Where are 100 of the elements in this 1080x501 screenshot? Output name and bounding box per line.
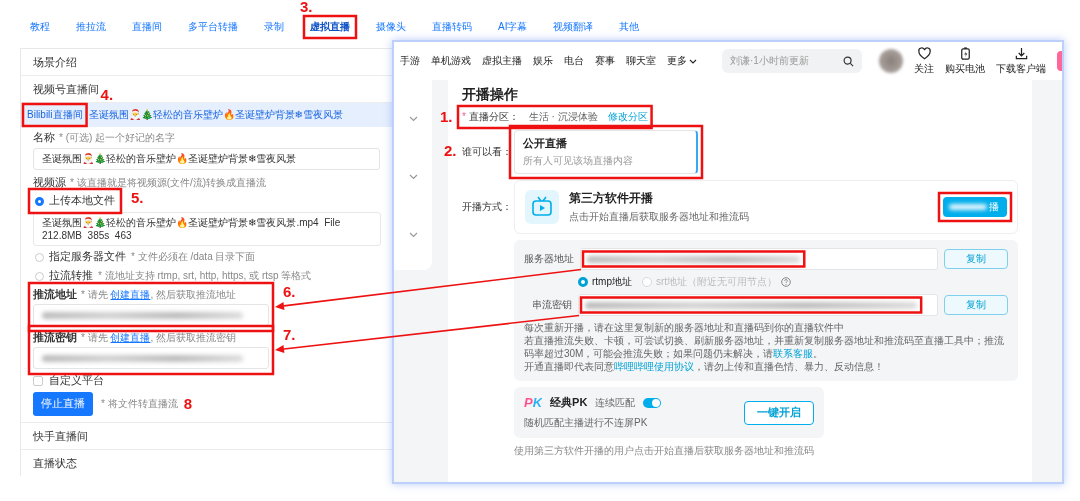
method-card[interactable]: 第三方软件开播 点击开始直播后获取服务器地址和推流码 播 <box>514 180 1018 234</box>
nav-tab[interactable]: 录制 <box>262 20 286 34</box>
nav-tab[interactable]: 虚拟直播 <box>308 20 352 34</box>
field-hint: * 该直播就是将视频源(文件/流)转换成直播流 <box>70 176 267 190</box>
radio-button[interactable] <box>35 252 44 262</box>
note-link[interactable]: 哔哩哔哩使用协议 <box>614 361 694 372</box>
nav-link[interactable]: 虚拟主播 <box>482 54 522 68</box>
option-label: 指定服务器文件 <box>49 250 126 264</box>
tv-icon <box>525 190 559 224</box>
chevron-down-icon <box>408 116 418 122</box>
chevron-down-icon <box>689 58 697 64</box>
field-label: 推流密钥 <box>33 331 77 345</box>
annotation-number: 5. <box>131 190 144 205</box>
method-description: 点击开始直播后获取服务器地址和推流码 <box>569 209 750 224</box>
download-icon <box>1013 46 1029 61</box>
chevron-down-icon <box>408 232 418 238</box>
radio-button[interactable] <box>35 271 44 281</box>
room-title: 圣诞氛围🎅🎄轻松的音乐壁炉🔥圣诞壁炉背景❄雪夜风景 <box>88 108 343 122</box>
room-row[interactable]: Bilibili直播间 圣诞氛围🎅🎄轻松的音乐壁炉🔥圣诞壁炉背景❄雪夜风景 <box>21 103 392 127</box>
annotation-number: 7. <box>283 327 296 342</box>
panel-title: 开播操作 <box>462 86 519 104</box>
help-icon[interactable] <box>781 277 792 287</box>
radio-button[interactable] <box>35 196 44 206</box>
nav-tab[interactable]: 摄像头 <box>374 20 408 34</box>
heart-icon <box>916 46 932 61</box>
nav-link[interactable]: 手游 <box>400 54 420 68</box>
annotation-number: 8 <box>183 396 192 411</box>
field-hint: * (可选) 起一个好记的名字 <box>59 131 176 145</box>
note-text: 开通直播即代表同意哔哩哔哩使用协议，请勿上传和直播色情、暴力、反动信息！ <box>524 360 885 373</box>
field-label: 服务器地址 <box>524 252 574 266</box>
field-label: 推流地址 <box>33 288 77 302</box>
nav-tab[interactable]: 多平台转播 <box>186 20 240 34</box>
avatar[interactable] <box>879 49 903 73</box>
field-label: 谁可以看： <box>462 145 513 159</box>
pk-logo: PK <box>524 395 543 410</box>
nav-tab[interactable]: 直播间 <box>130 20 164 34</box>
nav-tab[interactable]: 教程 <box>28 20 52 34</box>
nav-tab[interactable]: 推拉流 <box>74 20 108 34</box>
required-mark: * <box>462 111 466 122</box>
stop-live-button[interactable]: 停止直播 <box>33 392 93 416</box>
annotation-number: 3. <box>300 0 313 14</box>
annotation-number: 6. <box>283 284 296 299</box>
annotation-number: 1. <box>440 109 453 124</box>
nav-link[interactable]: 更多 <box>667 54 697 68</box>
field-label: 串流密钥 <box>531 298 572 312</box>
checkbox-label: 自定义平台 <box>49 374 104 388</box>
section-header[interactable]: 快手直播间 <box>21 422 392 449</box>
radio-button[interactable] <box>578 277 588 287</box>
option-hint: * 文件必须在 /data 目录下面 <box>131 250 256 264</box>
change-category-link[interactable]: 修改分区 <box>607 110 648 124</box>
search-field[interactable]: 刘谦·1小时前更新 <box>722 49 862 73</box>
field-label: 开播方式： <box>462 200 513 214</box>
field-hint: * 请先 创建直播, 然后获取推流密钥 <box>81 331 236 345</box>
note-text: 每次重新开播，请在这里复制新的服务器地址和直播码到你的直播软件中 <box>524 321 845 334</box>
nav-link[interactable]: 电台 <box>564 54 584 68</box>
start-live-button[interactable]: 播 <box>943 197 1007 217</box>
option-label: 上传本地文件 <box>49 194 115 208</box>
section-header[interactable]: 直播状态 <box>21 449 392 476</box>
method-name: 第三方软件开播 <box>569 190 654 206</box>
pk-description: 随机匹配主播进行不连屏PK <box>524 416 649 430</box>
note-text: 若直播推流失败、卡顿，可尝试切换、刷新服务器地址，并重新复制服务器地址和推流码至直播工具中；推流码率超过30M，可能会推流失败；如果问题仍未解决，请联系客服。 <box>524 334 1005 360</box>
annotation-number: 2. <box>444 143 457 158</box>
name-field[interactable]: 圣诞氛围🎅🎄轻松的音乐壁炉🔥圣诞壁炉背景❄雪夜风景 <box>33 148 380 170</box>
copy-button[interactable]: 复制 <box>944 295 1008 315</box>
nav-tab[interactable]: AI字幕 <box>496 20 530 34</box>
copy-button[interactable]: 复制 <box>944 249 1008 269</box>
nav-link[interactable]: 娱乐 <box>533 54 553 68</box>
radio-label: rtmp地址 <box>592 275 632 289</box>
option-label: 拉流转推 <box>49 269 93 283</box>
button-note: * 将文件转直播流 <box>101 397 178 411</box>
field-label: 视频源 <box>33 176 66 190</box>
one-click-start-button[interactable]: 一键开启 <box>744 400 814 425</box>
toggle-label: 连续匹配 <box>595 395 636 410</box>
chevron-down-icon <box>408 174 418 180</box>
nav-tab[interactable]: 其他 <box>617 20 642 34</box>
section-header[interactable]: 场景介绍 <box>21 49 392 76</box>
nav-link[interactable]: 单机游戏 <box>431 54 471 68</box>
file-info: 圣诞氛围🎅🎄轻松的音乐壁炉🔥圣诞壁炉背景❄雪夜风景.mp4 File 212.8MB 385s 463 <box>33 212 381 246</box>
header-action[interactable]: 购买电池 <box>945 46 985 76</box>
pk-title: 经典PK <box>550 395 588 410</box>
header-action[interactable]: 下载客户端 <box>996 46 1046 76</box>
field-hint: * 请先 创建直播, 然后获取推流地址 <box>81 288 236 302</box>
category-value: 生活 · 沉浸体验 <box>528 110 598 124</box>
push-key-field[interactable] <box>33 347 269 369</box>
push-url-field[interactable] <box>33 304 269 326</box>
nav-link[interactable]: 聊天室 <box>626 54 656 68</box>
search-icon[interactable] <box>843 55 854 67</box>
nav-link[interactable]: 赛事 <box>595 54 615 68</box>
nav-tab[interactable]: 视频翻译 <box>551 20 596 34</box>
option-hint: * 流地址支持 rtmp, srt, http, https, 或 rtsp 等格式 <box>98 269 312 283</box>
room-platform: Bilibili直播间 <box>27 108 83 122</box>
header-action[interactable]: 关注 <box>914 46 934 76</box>
footer-note: 使用第三方软件开播的用户点击开始直播后获取服务器地址和推流码 <box>514 444 815 458</box>
annotation-number: 4. <box>100 87 114 102</box>
toggle-switch[interactable] <box>643 397 662 408</box>
field-label: * 直播分区： <box>462 110 519 124</box>
checkbox[interactable] <box>33 376 43 386</box>
visibility-select[interactable]: 公开直播 所有人可见该场直播内容 <box>514 130 698 174</box>
field-label: 名称 <box>33 131 55 145</box>
nav-tab[interactable]: 直播转码 <box>430 20 474 34</box>
